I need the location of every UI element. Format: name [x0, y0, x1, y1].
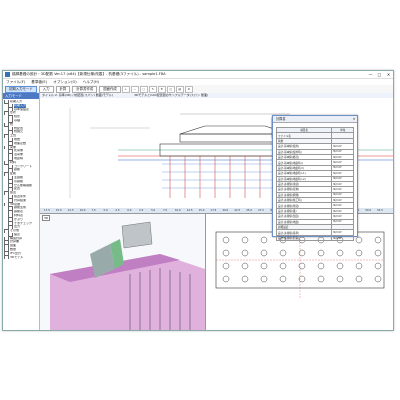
property-unit: N/mm²	[331, 234, 354, 242]
ruler-tick-label: 15.0	[198, 209, 205, 212]
drawing-button[interactable]: 図面作成	[99, 85, 121, 93]
ruler-tick-label: 7.5	[162, 209, 168, 212]
settings-icon[interactable]: ⚙	[184, 85, 193, 93]
menu-standard[interactable]: 基準値(E)	[31, 80, 47, 85]
pan-icon[interactable]: ✥	[157, 85, 166, 93]
ruler-tick-label: 10.0	[174, 209, 181, 212]
ruler-tick-label: 12.5	[67, 209, 74, 212]
ruler-tick-label: 25.0	[246, 209, 253, 212]
ruler-tick-label: 7.5	[91, 209, 96, 212]
ruler-tick-label: 17.5	[210, 209, 217, 212]
maximize-button[interactable]: □	[375, 72, 384, 77]
tree-item[interactable]: 3Dモデル	[4, 255, 39, 260]
ruler-tick-label: 5.0	[103, 209, 108, 212]
ruler-tick-label: 2.5	[115, 209, 120, 212]
ruler-tick-label: 2.5	[139, 209, 144, 212]
ruler-tick-label: 12.5	[186, 209, 193, 212]
properties-table: 項目名 単位 ファイル名 荷重 設計-基本値(使用) N/mm² 設計-基本値(使用時)…	[275, 126, 354, 242]
ruler-tick-label: 0.0	[127, 209, 132, 212]
rotate-icon[interactable]: ↻	[148, 85, 157, 93]
properties-row[interactable]: 設計-許容値(照査) N/mm²	[275, 234, 354, 242]
3d-view-label: 3D	[42, 215, 51, 221]
ruler-tick-label: 22.5	[234, 209, 241, 212]
mode-button[interactable]: 初期入力モード	[5, 85, 37, 93]
title-bar: 橋脚基礎の設計・3D配筋 Ver.17 (x64)【新規仕様/改善】- 杭基礎(…	[3, 71, 393, 79]
tree-item-label: 3Dモデル	[10, 255, 24, 259]
properties-header: 計算書 ✕	[273, 116, 357, 123]
close-button[interactable]: ✕	[384, 72, 393, 77]
menu-help[interactable]: ヘルプ(H)	[83, 80, 99, 85]
left-view-caption: タイトル:2. 基準(3D) / 杭配置(スパン) 断面(モデル)	[42, 93, 114, 97]
ruler-tick-label: 17.5	[44, 209, 50, 212]
sidebar: 入力モード 初期入力 初期入力 基準値設定 形状 柱形 基礎杭杭配置 杭諸元 土質 地層 地盤定数…	[3, 93, 40, 330]
3d-view[interactable]: 3D	[40, 214, 206, 330]
ruler-tick-label: 50.0	[365, 209, 371, 212]
calc-report-button[interactable]: 計算書作成	[72, 85, 98, 93]
app-window: 橋脚基礎の設計・3D配筋 Ver.17 (x64)【新規仕様/改善】- 杭基礎(…	[2, 70, 394, 331]
tree-item-label: 基礎	[14, 118, 21, 122]
menu-options[interactable]: オプション(O)	[53, 80, 77, 85]
ruler-tick-label: 5.0	[151, 209, 156, 212]
tree-item-label: 基準値設定	[14, 107, 30, 111]
ruler-tick-label: 10.0	[79, 209, 86, 212]
window-title: 橋脚基礎の設計・3D配筋 Ver.17 (x64)【新規仕様/改善】- 杭基礎(…	[12, 72, 166, 76]
zoom-out-icon[interactable]: −	[130, 85, 139, 93]
ruler-tick-label: 20.0	[222, 209, 229, 212]
calc-button[interactable]: 計算	[55, 85, 71, 93]
properties-panel: 計算書 ✕ 項目名 単位 ファイル名 荷重 設計-基本値(使用) N/mm² 設計-基本…	[272, 115, 358, 242]
properties-title: 計算書	[276, 117, 286, 121]
print-icon[interactable]: ▤	[175, 85, 184, 93]
fit-icon[interactable]: ▢	[139, 85, 148, 93]
minimize-button[interactable]: —	[366, 72, 375, 77]
ruler-tick-label: 27.5	[258, 209, 264, 212]
zoom-in-icon[interactable]: +	[121, 85, 130, 93]
ruler-tick-label: 52.5	[377, 209, 383, 212]
app-icon	[5, 72, 10, 77]
tree-node-icon	[4, 255, 9, 260]
input-tree: 初期入力 初期入力 基準値設定 形状 柱形 基礎杭杭配置 杭諸元 土質 地層 地盤定数 荷重 死荷重活…	[3, 99, 39, 260]
ruler-tick-label: 15.0	[55, 209, 62, 212]
3d-model-drawing	[50, 221, 205, 330]
property-name: 設計-許容値(照査)	[275, 234, 333, 242]
right-view-caption: 3DモデルとCAD配置図のサンプルデータ(スパン 断面)	[134, 93, 209, 97]
input-button[interactable]: 入力	[38, 85, 54, 93]
properties-close-icon[interactable]: ✕	[351, 116, 357, 122]
menu-file[interactable]: ファイル(F)	[6, 80, 25, 85]
view-icon[interactable]: ◫	[166, 85, 175, 93]
